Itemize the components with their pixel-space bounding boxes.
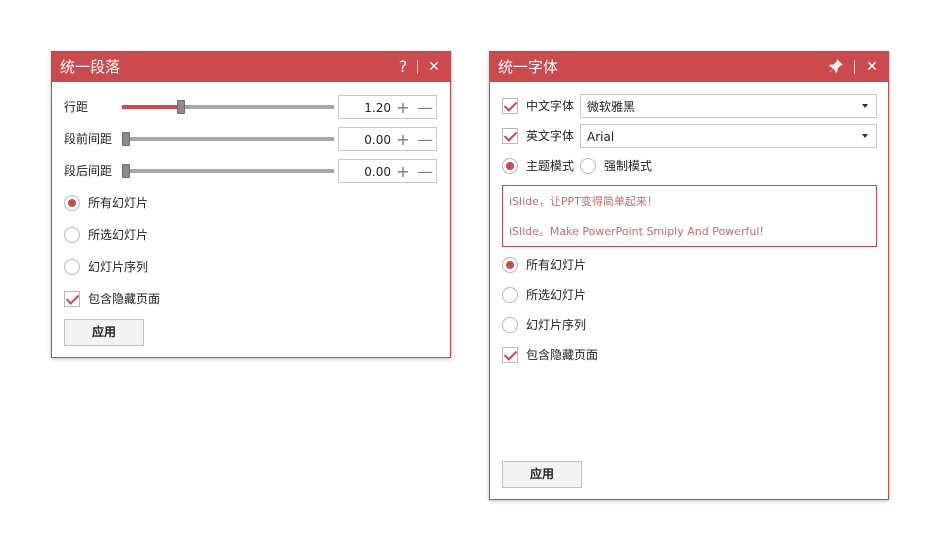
space-before-value[interactable]: 0.00 [339, 132, 391, 148]
chinese-font-checkbox[interactable] [502, 98, 518, 114]
english-font-checkbox[interactable] [502, 128, 518, 144]
force-mode-radio[interactable] [580, 158, 596, 174]
line-spacing-slider[interactable] [122, 100, 334, 114]
slider-thumb[interactable] [122, 132, 130, 146]
theme-mode-radio[interactable] [502, 158, 518, 174]
slider-thumb[interactable] [177, 100, 186, 114]
line-spacing-value[interactable]: 1.20 [339, 100, 391, 116]
paragraph-panel-title: 统一段落 [60, 58, 121, 76]
space-before-stepper: 0.00 + — [338, 127, 437, 151]
apply-button[interactable]: 应用 [64, 319, 144, 346]
font-panel: 统一字体 ✕ 中文字体 微软雅黑 英文字体 Arial 主题模式 强制模式 iS… [489, 51, 889, 500]
line-spacing-stepper: 1.20 + — [338, 95, 437, 119]
line-spacing-row: 行距 1.20 + — [64, 95, 440, 119]
titlebar-divider [854, 60, 855, 74]
space-before-row: 段前间距 0.00 + — [64, 127, 440, 151]
help-icon[interactable]: ? [394, 57, 412, 77]
chinese-font-value: 微软雅黑 [587, 100, 636, 114]
scope-sequence-radio[interactable] [502, 317, 518, 333]
slider-thumb[interactable] [122, 164, 130, 178]
space-before-slider[interactable] [122, 132, 334, 146]
scope-all-radio[interactable] [64, 195, 80, 211]
scope-all-label: 所有幻灯片 [526, 258, 587, 272]
scope-all-radio[interactable] [502, 257, 518, 273]
font-preview-box: iSlide，让PPT变得简单起来！ iSlide。Make PowerPoin… [502, 185, 877, 247]
include-hidden-checkbox[interactable] [64, 291, 80, 307]
titlebar-divider [417, 60, 418, 74]
scope-all-label: 所有幻灯片 [88, 196, 149, 210]
font-panel-titlebar[interactable]: 统一字体 ✕ [490, 52, 888, 82]
preview-line-english: iSlide。Make PowerPoint Smiply And Powerf… [509, 225, 764, 238]
space-after-label: 段后间距 [64, 164, 113, 178]
minus-icon[interactable]: — [417, 132, 433, 148]
scope-sequence-radio[interactable] [64, 259, 80, 275]
force-mode-label: 强制模式 [604, 159, 653, 173]
space-after-slider[interactable] [122, 164, 334, 178]
scope-selected-label: 所选幻灯片 [88, 228, 149, 242]
english-font-select[interactable]: Arial [580, 124, 877, 148]
dropdown-arrow-icon [862, 134, 868, 138]
english-font-value: Arial [587, 130, 615, 144]
minus-icon[interactable]: — [417, 100, 433, 116]
pin-icon-graphic [829, 59, 843, 73]
plus-icon[interactable]: + [395, 100, 411, 116]
apply-button[interactable]: 应用 [502, 461, 582, 488]
close-icon[interactable]: ✕ [863, 57, 881, 77]
chinese-font-select[interactable]: 微软雅黑 [580, 94, 877, 118]
minus-icon[interactable]: — [417, 164, 433, 180]
theme-mode-label: 主题模式 [526, 159, 575, 173]
space-after-value[interactable]: 0.00 [339, 164, 391, 180]
font-panel-title: 统一字体 [498, 58, 559, 76]
include-hidden-label: 包含隐藏页面 [88, 292, 161, 306]
chinese-font-label: 中文字体 [526, 99, 575, 113]
preview-line-chinese: iSlide，让PPT变得简单起来！ [509, 195, 658, 208]
paragraph-panel: 统一段落 ? ✕ 行距 1.20 + — 段前间距 0.00 + — 段后间距 [51, 51, 451, 358]
plus-icon[interactable]: + [395, 132, 411, 148]
include-hidden-label: 包含隐藏页面 [526, 348, 599, 362]
include-hidden-checkbox[interactable] [502, 347, 518, 363]
dropdown-arrow-icon [862, 104, 868, 108]
scope-sequence-label: 幻灯片序列 [88, 260, 149, 274]
line-spacing-label: 行距 [64, 100, 89, 114]
plus-icon[interactable]: + [395, 164, 411, 180]
scope-selected-label: 所选幻灯片 [526, 288, 587, 302]
space-after-stepper: 0.00 + — [338, 159, 437, 183]
english-font-label: 英文字体 [526, 129, 575, 143]
scope-sequence-label: 幻灯片序列 [526, 318, 587, 332]
paragraph-panel-titlebar[interactable]: 统一段落 ? ✕ [52, 52, 450, 82]
scope-selected-radio[interactable] [502, 287, 518, 303]
scope-selected-radio[interactable] [64, 227, 80, 243]
close-icon[interactable]: ✕ [425, 57, 443, 77]
space-before-label: 段前间距 [64, 132, 113, 146]
space-after-row: 段后间距 0.00 + — [64, 159, 440, 183]
slider-fill [122, 105, 178, 109]
pin-icon[interactable] [827, 57, 845, 77]
